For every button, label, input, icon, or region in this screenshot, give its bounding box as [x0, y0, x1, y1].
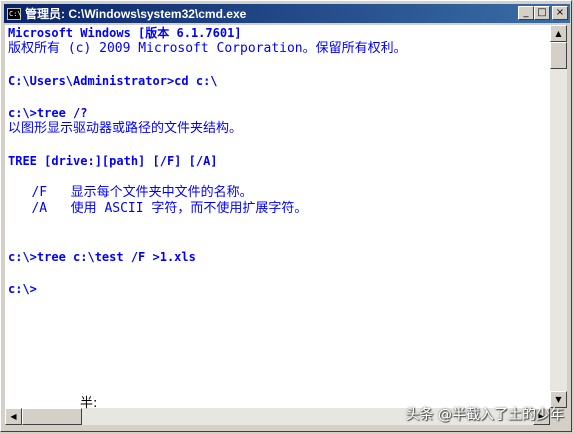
scroll-left-icon[interactable]: ◀: [5, 408, 22, 425]
scroll-up-icon[interactable]: ▲: [550, 25, 567, 42]
close-button[interactable]: ×: [552, 6, 568, 20]
vertical-scrollbar[interactable]: ▲ ▼: [550, 25, 567, 408]
window-title: 管理员: C:\Windows\system32\cmd.exe: [25, 7, 247, 21]
console-line: /F 显示每个文件夹中文件的名称。: [8, 185, 253, 200]
console-prompt[interactable]: c:\>: [8, 281, 37, 297]
console-line: 以图形显示驱动器或路径的文件夹结构。: [8, 121, 243, 136]
console-line: C:\Users\Administrator>cd c:\: [8, 74, 218, 88]
vertical-scroll-thumb[interactable]: [550, 42, 567, 69]
console-line: c:\>tree c:\test /F >1.xls: [8, 250, 196, 264]
console-output[interactable]: Microsoft Windows [版本 6.1.7601] 版权所有 (c)…: [5, 25, 550, 408]
watermark: 头条 @半截入了土的少年: [405, 407, 564, 423]
maximize-button[interactable]: □: [534, 6, 550, 20]
console-line: TREE [drive:][path] [/F] [/A]: [8, 154, 218, 168]
console-line: /A 使用 ASCII 字符，而不使用扩展字符。: [8, 201, 308, 216]
console-line: 版权所有 (c) 2009 Microsoft Corporation。保留所有…: [8, 41, 407, 56]
cmd-window: C:\ 管理员: C:\Windows\system32\cmd.exe _ □…: [0, 0, 572, 432]
console-line: c:\>tree /?: [8, 106, 88, 120]
title-bar[interactable]: C:\ 管理员: C:\Windows\system32\cmd.exe _ □…: [4, 4, 570, 23]
ime-status: 半:: [80, 396, 98, 411]
console-line: Microsoft Windows [版本 6.1.7601]: [8, 26, 242, 40]
minimize-button[interactable]: _: [518, 6, 534, 20]
cmd-app-icon[interactable]: C:\: [7, 7, 22, 20]
horizontal-scroll-thumb[interactable]: [22, 408, 82, 425]
window-controls: _ □ ×: [518, 6, 568, 20]
